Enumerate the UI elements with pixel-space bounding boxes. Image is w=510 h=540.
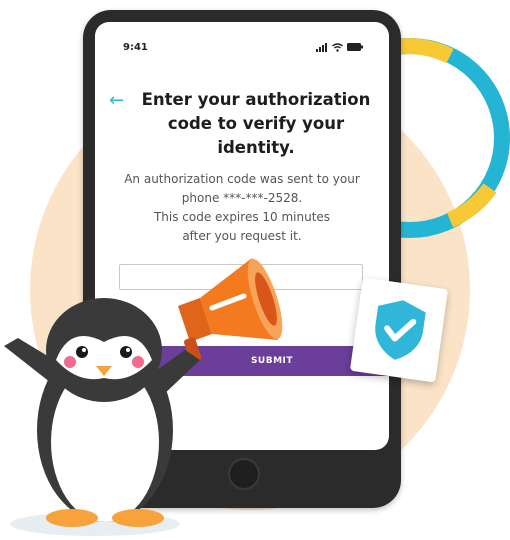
signal-icon <box>316 42 327 52</box>
wifi-icon <box>332 42 343 52</box>
status-time: 9:41 <box>123 42 148 53</box>
page-title: Enter your authorization code to verify … <box>141 90 371 157</box>
penguin-mascot <box>4 298 200 536</box>
arrow-left-icon[interactable]: ← <box>109 90 124 111</box>
illustration-scene: 9:41 ← Enter your authorization code to … <box>0 0 510 540</box>
instructions-line: phone ***-***-2528. <box>181 191 303 205</box>
battery-icon <box>347 43 363 51</box>
instructions-line: This code expires 10 minutes <box>153 210 331 224</box>
home-button <box>228 458 260 490</box>
instructions-line: An authorization code was sent to your <box>124 172 360 186</box>
shield-check-icon <box>375 300 426 360</box>
heading-row: ← Enter your authorization code to verif… <box>109 88 379 160</box>
security-card <box>349 277 449 383</box>
status-icons <box>316 42 363 52</box>
instructions-line: after you request it. <box>182 229 302 243</box>
status-bar: 9:41 <box>95 22 389 56</box>
instructions-text: An authorization code was sent to your p… <box>105 170 379 246</box>
